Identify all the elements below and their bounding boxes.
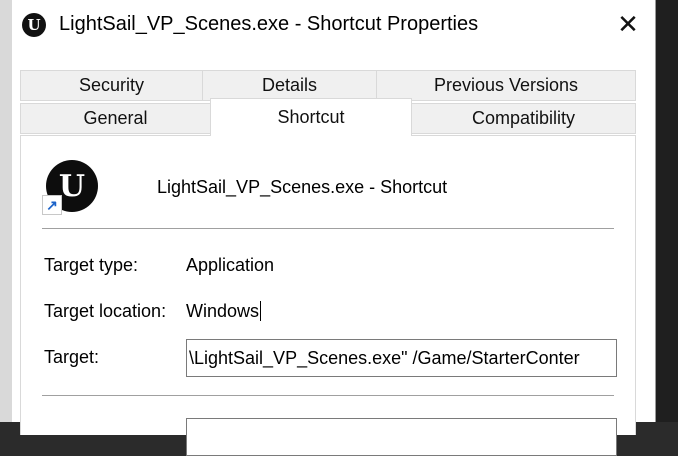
shortcut-name: LightSail_VP_Scenes.exe - Shortcut [157, 177, 448, 197]
target-type-label: Target type: [44, 255, 139, 275]
background-window-right [656, 0, 678, 422]
tab-compatibility[interactable]: Compatibility [411, 103, 636, 134]
divider [42, 228, 614, 229]
tab-shortcut[interactable]: Shortcut [210, 98, 412, 136]
target-location-value[interactable]: Windows [186, 301, 262, 322]
close-button[interactable]: ✕ [608, 7, 648, 43]
start-in-field[interactable] [186, 418, 617, 456]
shortcut-arrow-icon: ↗ [42, 195, 62, 215]
tab-security[interactable]: Security [20, 70, 203, 101]
properties-dialog: U LightSail_VP_Scenes.exe - Shortcut Pro… [12, 0, 656, 456]
unreal-engine-title-icon: U [22, 13, 46, 37]
divider [42, 395, 614, 396]
target-type-value: Application [186, 255, 275, 275]
tab-previous-versions[interactable]: Previous Versions [376, 70, 636, 101]
window-title: LightSail_VP_Scenes.exe - Shortcut Prope… [59, 13, 479, 35]
tab-general[interactable]: General [20, 103, 211, 134]
target-label: Target: [44, 347, 100, 367]
title-bar[interactable]: U LightSail_VP_Scenes.exe - Shortcut Pro… [12, 0, 655, 52]
target-field[interactable]: \LightSail_VP_Scenes.exe" /Game/StarterC… [186, 339, 617, 377]
tab-details[interactable]: Details [202, 70, 377, 101]
target-location-text: Windows [186, 301, 260, 321]
text-caret [260, 301, 262, 321]
background-window-edge [0, 0, 12, 422]
target-location-label: Target location: [44, 301, 167, 321]
